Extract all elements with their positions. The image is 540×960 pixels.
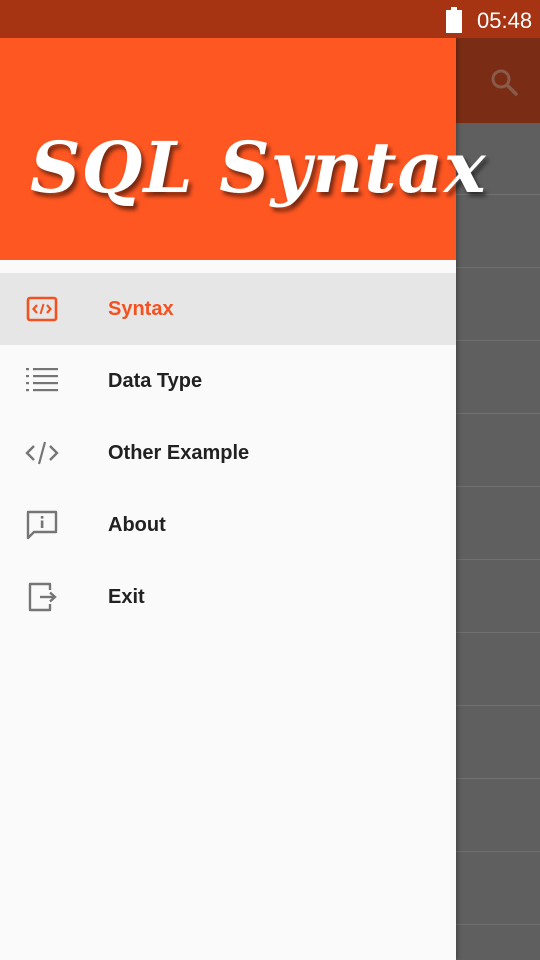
list-item[interactable] [456, 634, 540, 706]
battery-icon [446, 7, 462, 33]
menu-item-label: Data Type [108, 370, 203, 392]
search-button[interactable] [486, 64, 522, 100]
list-icon [26, 368, 58, 392]
info-message-icon [26, 510, 58, 540]
menu-item-exit[interactable]: Exit [0, 561, 456, 633]
menu-item-syntax[interactable]: Syntax [0, 273, 456, 345]
navigation-drawer: SQL Syntax Syntax Data Type Other Exampl… [0, 38, 487, 960]
list-item[interactable] [456, 269, 540, 341]
list-item[interactable] [456, 342, 540, 414]
list-item[interactable] [456, 561, 540, 633]
menu-item-label: Syntax [108, 298, 174, 320]
menu-item-data-type[interactable]: Data Type [0, 345, 456, 417]
code-box-icon [26, 296, 58, 322]
drawer-header: SQL Syntax [0, 38, 487, 260]
list-item[interactable] [456, 853, 540, 925]
menu-item-label: About [108, 514, 166, 536]
drawer-menu: Syntax Data Type Other Example About Exi… [0, 273, 456, 633]
menu-item-about[interactable]: About [0, 489, 456, 561]
exit-icon [28, 582, 57, 612]
status-bar: 05:48 [0, 0, 540, 38]
list-item[interactable] [456, 488, 540, 560]
search-icon [491, 69, 518, 96]
menu-item-label: Exit [108, 586, 145, 608]
list-item[interactable] [456, 707, 540, 779]
list-item[interactable] [456, 415, 540, 487]
status-time: 05:48 [477, 8, 533, 33]
code-icon [25, 441, 59, 465]
menu-item-label: Other Example [108, 442, 250, 464]
menu-item-other-example[interactable]: Other Example [0, 417, 456, 489]
list-item[interactable] [456, 780, 540, 852]
drawer-title: SQL Syntax [30, 126, 487, 209]
